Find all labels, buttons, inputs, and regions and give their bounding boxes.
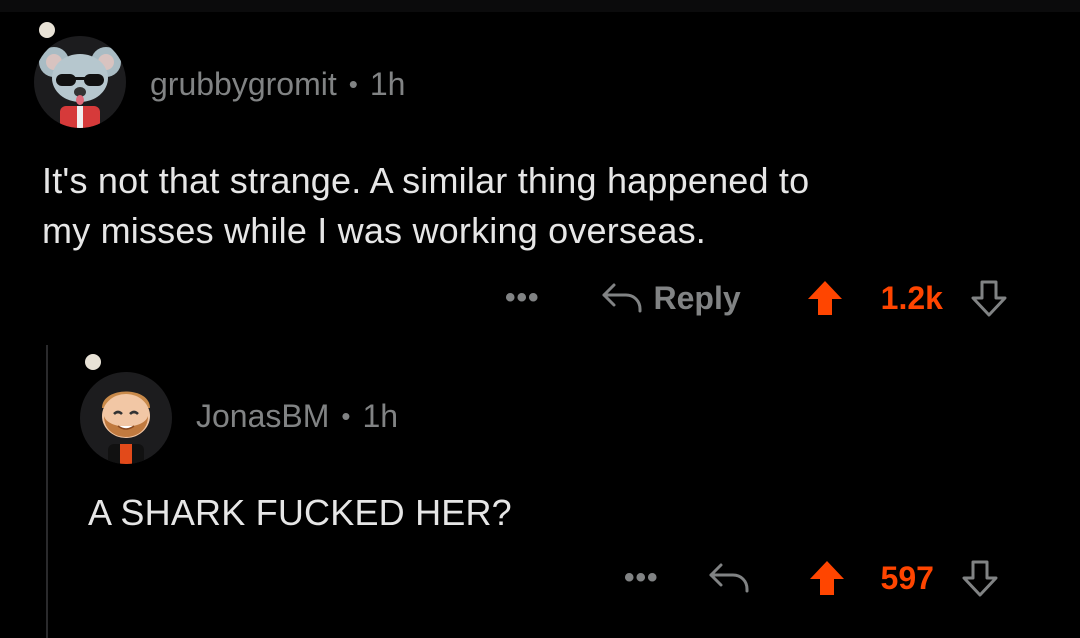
reply-label: Reply <box>653 279 741 316</box>
comment-jonasbm: JonasBM • 1h A SHARK FUCKED HER? ••• 597 <box>0 340 1080 638</box>
comment-line: It's not that strange. A similar thing h… <box>42 160 810 201</box>
comment-actions: ••• Reply 1.2k <box>505 276 1009 320</box>
separator-dot: • <box>348 68 358 99</box>
separator-dot: • <box>341 400 351 431</box>
koala-avatar-icon <box>39 47 121 128</box>
comment-line: A SHARK FUCKED HER? <box>88 492 512 533</box>
timestamp: 1h <box>369 65 406 102</box>
comment-meta: grubbygromit • 1h <box>150 64 405 104</box>
more-options-button[interactable]: ••• <box>624 561 659 595</box>
bearded-man-avatar-icon <box>102 391 150 464</box>
comment-line: my misses while I was working overseas. <box>42 210 706 251</box>
reply-button[interactable] <box>707 561 751 595</box>
username[interactable]: JonasBM <box>196 398 329 435</box>
reply-button[interactable]: Reply <box>600 280 741 317</box>
vote-score: 597 <box>880 559 934 596</box>
upvote-button[interactable] <box>805 278 845 318</box>
downvote-button[interactable] <box>960 558 1000 598</box>
more-options-button[interactable]: ••• <box>505 281 540 315</box>
downvote-icon <box>962 560 998 597</box>
reply-arrow-icon <box>709 563 749 593</box>
comment-meta: JonasBM • 1h <box>196 396 398 436</box>
downvote-icon <box>971 280 1007 317</box>
comment-body: It's not that strange. A similar thing h… <box>42 156 1042 256</box>
avatar[interactable] <box>34 22 134 128</box>
upvote-icon <box>809 561 844 595</box>
upvote-icon <box>807 281 842 315</box>
timestamp: 1h <box>362 397 399 434</box>
comment-actions: ••• 597 <box>624 556 1000 600</box>
upvote-button[interactable] <box>807 558 847 598</box>
reply-arrow-icon <box>602 283 642 313</box>
downvote-button[interactable] <box>969 278 1009 318</box>
vote-score: 1.2k <box>880 279 943 316</box>
username[interactable]: grubbygromit <box>150 66 337 103</box>
comment-body: A SHARK FUCKED HER? <box>88 488 1048 538</box>
comment-grubbygromit: grubbygromit • 1h It's not that strange.… <box>0 0 1080 340</box>
avatar[interactable] <box>80 354 180 466</box>
